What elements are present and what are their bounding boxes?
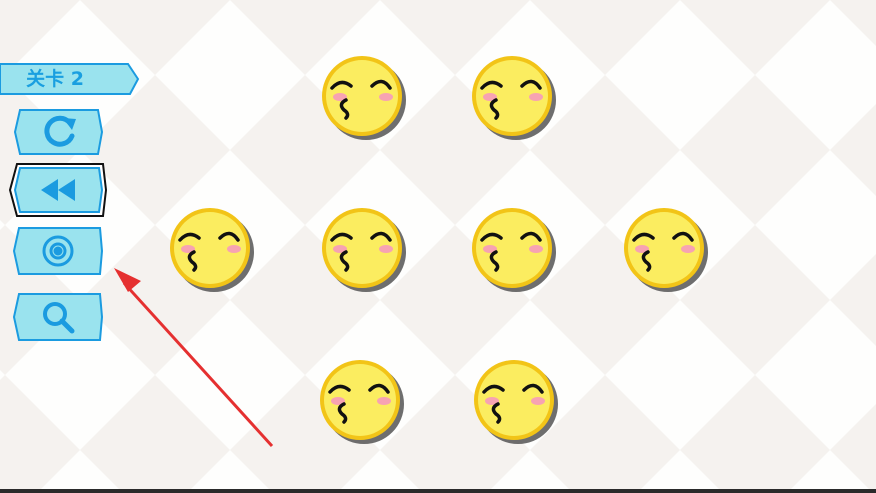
emoji-face[interactable] [318, 204, 410, 296]
rewind-button[interactable] [8, 162, 108, 218]
level-label: 关卡 2 [26, 68, 84, 90]
emoji-face[interactable] [468, 204, 560, 296]
restart-button[interactable] [12, 108, 104, 156]
target-button[interactable] [12, 226, 104, 276]
emoji-face[interactable] [470, 356, 562, 448]
emoji-face[interactable] [316, 356, 408, 448]
level-banner: 关卡 2 [0, 62, 140, 96]
emoji-face[interactable] [166, 204, 258, 296]
emoji-face[interactable] [468, 52, 560, 144]
emoji-face[interactable] [318, 52, 410, 144]
emoji-face[interactable] [620, 204, 712, 296]
search-button[interactable] [12, 292, 104, 342]
